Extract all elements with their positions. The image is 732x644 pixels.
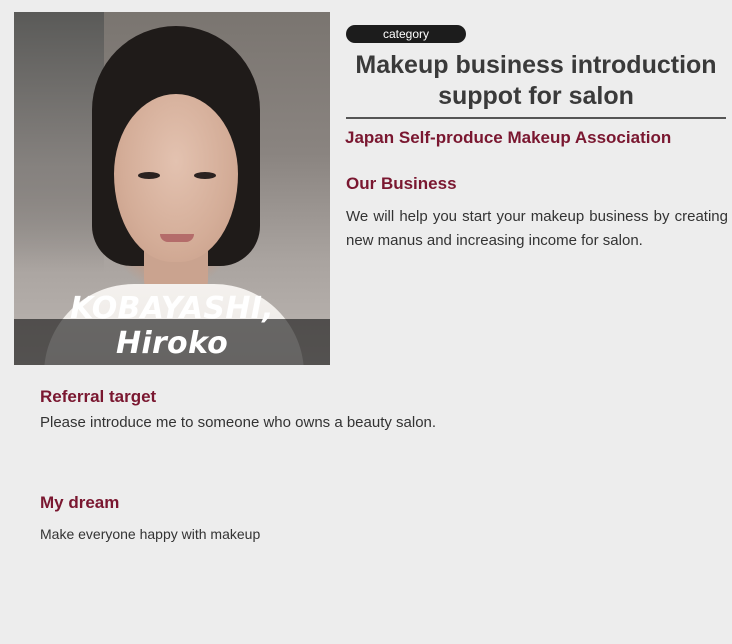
photo-right-eye <box>194 172 216 179</box>
business-description: We will help you start your makeup busin… <box>346 208 728 249</box>
organization-name: Japan Self-produce Makeup Association <box>345 128 672 147</box>
profile-photo: KOBAYASHI, Hiroko <box>14 12 330 365</box>
dream-heading: My dream <box>40 493 120 512</box>
person-name: KOBAYASHI, Hiroko <box>70 291 274 361</box>
title-divider <box>346 117 726 119</box>
photo-left-eye <box>138 172 160 179</box>
category-title: Makeup business introduction suppot for … <box>355 51 717 110</box>
referral-heading: Referral target <box>40 387 157 406</box>
photo-background <box>14 12 104 272</box>
photo-mouth <box>160 234 194 242</box>
business-heading: Our Business <box>346 174 457 193</box>
category-badge: category <box>346 25 466 43</box>
dream-description: Make everyone happy with makeup <box>40 526 261 542</box>
referral-description: Please introduce me to someone who owns … <box>40 414 437 431</box>
